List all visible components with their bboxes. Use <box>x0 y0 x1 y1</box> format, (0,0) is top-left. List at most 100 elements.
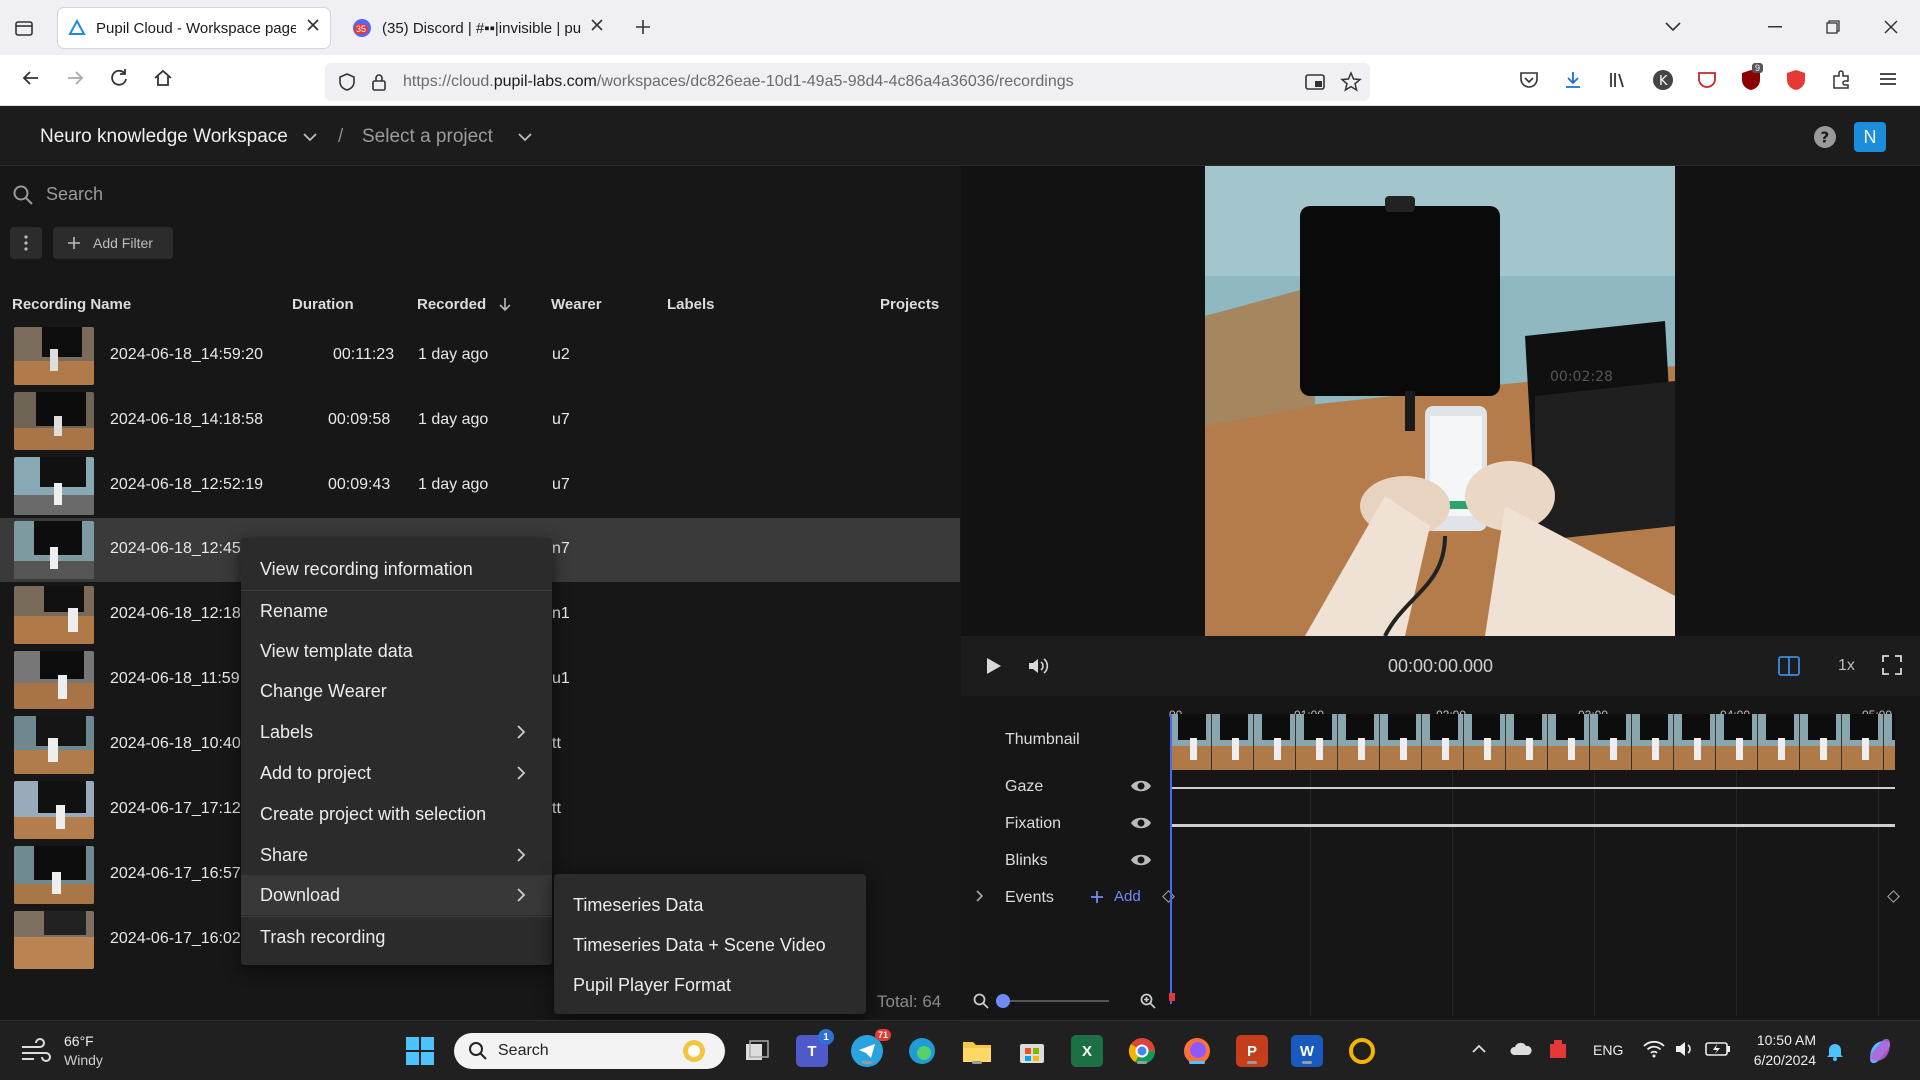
chevron-down-icon[interactable] <box>302 131 318 143</box>
playhead[interactable] <box>1170 714 1172 1004</box>
chevron-right-icon[interactable] <box>975 889 985 903</box>
menu-item-share[interactable]: Share <box>241 835 552 875</box>
download-icon[interactable] <box>1562 69 1584 91</box>
sort-down-arrow-icon[interactable] <box>498 296 512 312</box>
pocket-icon[interactable] <box>1518 69 1540 91</box>
menu-item-add-to-project[interactable]: Add to project <box>241 753 552 793</box>
back-arrow-icon[interactable] <box>20 67 42 89</box>
forward-arrow-icon[interactable] <box>64 67 86 89</box>
minimize-icon[interactable] <box>1768 26 1782 28</box>
eye-icon[interactable] <box>1130 815 1152 831</box>
avatar[interactable]: N <box>1854 122 1886 152</box>
table-row[interactable]: 2024-06-18_12:52:19 00:09:43 1 day ago u… <box>0 454 960 518</box>
account-k-icon[interactable]: K <box>1652 69 1674 91</box>
menu-item-view-recording-information[interactable]: View recording information <box>241 549 552 589</box>
event-start-marker[interactable] <box>1162 890 1175 903</box>
language-indicator[interactable]: ENG <box>1593 1042 1623 1058</box>
zoom-out-icon[interactable] <box>973 993 989 1009</box>
fullscreen-icon[interactable] <box>1881 654 1903 676</box>
eye-icon[interactable] <box>1130 852 1152 868</box>
ublock-icon[interactable]: 9 <box>1740 63 1764 91</box>
close-icon[interactable] <box>306 18 320 32</box>
fixation-track[interactable] <box>1170 824 1895 827</box>
playback-speed[interactable]: 1x <box>1838 657 1855 675</box>
edge-icon[interactable] <box>906 1035 938 1067</box>
split-view-icon[interactable] <box>1777 654 1801 678</box>
zoom-slider[interactable] <box>999 1000 1109 1002</box>
playhead-marker[interactable] <box>1169 993 1175 1001</box>
privacy-badger-icon[interactable] <box>1785 69 1807 91</box>
restore-icon[interactable] <box>1826 20 1840 34</box>
menu-item-create-project-with-selection[interactable]: Create project with selection <box>241 794 552 834</box>
microsoft-store-icon[interactable] <box>1016 1035 1048 1067</box>
event-end-marker[interactable] <box>1887 890 1900 903</box>
chevron-down-icon[interactable] <box>517 131 533 143</box>
menu-item-trash-recording[interactable]: Trash recording <box>241 917 552 957</box>
chrome-icon[interactable] <box>1126 1035 1158 1067</box>
scene-video[interactable]: 00:02:28 <box>1205 166 1675 636</box>
eye-icon[interactable] <box>1130 778 1152 794</box>
window-close-icon[interactable] <box>1884 20 1898 34</box>
telegram-icon[interactable]: 71 <box>851 1029 891 1067</box>
search-input[interactable]: Search <box>46 184 103 205</box>
menu-item-view-template-data[interactable]: View template data <box>241 631 552 671</box>
menu-item-change-wearer[interactable]: Change Wearer <box>241 671 552 711</box>
menu-item-pupil-player-format[interactable]: Pupil Player Format <box>573 975 731 996</box>
table-row[interactable]: 2024-06-18_14:59:20 00:11:23 1 day ago u… <box>0 324 960 388</box>
more-options-button[interactable] <box>10 227 42 259</box>
ring-app-icon[interactable] <box>1346 1035 1378 1067</box>
gaze-track[interactable] <box>1170 787 1895 789</box>
menu-item-timeseries-data[interactable]: Timeseries Data <box>573 895 703 916</box>
column-recording-name[interactable]: Recording Name <box>12 296 131 313</box>
lock-icon[interactable] <box>370 72 388 92</box>
windows-start-icon[interactable] <box>406 1037 434 1065</box>
excel-icon[interactable]: X <box>1071 1035 1103 1067</box>
task-view-icon[interactable] <box>741 1035 773 1067</box>
teams-icon[interactable]: T 1 <box>796 1029 834 1067</box>
notification-bell-icon[interactable] <box>1826 1041 1844 1061</box>
clock-date[interactable]: 6/20/2024 <box>1744 1052 1816 1068</box>
close-icon[interactable] <box>590 18 604 32</box>
url-bar[interactable]: https://cloud.pupil-labs.com/workspaces/… <box>325 63 1370 101</box>
library-icon[interactable] <box>1607 69 1629 91</box>
column-recorded[interactable]: Recorded <box>417 296 486 313</box>
thumbnail-strip[interactable] <box>1170 714 1895 770</box>
workspace-selector[interactable]: Neuro knowledge Workspace <box>40 126 288 148</box>
extension-shield-icon[interactable] <box>1696 69 1718 91</box>
menu-item-timeseries-scene-video[interactable]: Timeseries Data + Scene Video <box>573 935 826 956</box>
picture-in-picture-icon[interactable] <box>1304 72 1326 92</box>
tab-list-icon[interactable] <box>14 18 34 38</box>
column-wearer[interactable]: Wearer <box>551 296 602 313</box>
tab-discord[interactable]: 35 (35) Discord | #▪▪|invisible | pu <box>342 8 614 48</box>
reload-icon[interactable] <box>108 67 130 89</box>
taskbar-search-box[interactable]: Search <box>454 1033 725 1069</box>
help-icon[interactable]: ? <box>1813 125 1837 149</box>
tab-overflow-chevron-icon[interactable] <box>1664 20 1682 34</box>
menu-item-download[interactable]: Download <box>241 875 552 915</box>
project-selector[interactable]: Select a project <box>362 126 493 148</box>
file-explorer-icon[interactable] <box>961 1035 993 1067</box>
clock-time[interactable]: 10:50 AM <box>1752 1032 1816 1048</box>
menu-item-labels[interactable]: Labels <box>241 712 552 752</box>
chevron-up-icon[interactable] <box>1471 1043 1487 1055</box>
hamburger-menu-icon[interactable] <box>1878 69 1898 89</box>
add-event-button[interactable]: Add <box>1090 888 1141 905</box>
speaker-icon[interactable] <box>1674 1040 1696 1058</box>
table-row[interactable]: 2024-06-18_14:18:58 00:09:58 1 day ago u… <box>0 389 960 453</box>
firefox-icon[interactable] <box>1181 1035 1213 1067</box>
wifi-icon[interactable] <box>1643 1040 1665 1058</box>
column-projects[interactable]: Projects <box>880 296 939 313</box>
weather-wind-icon[interactable] <box>20 1037 52 1065</box>
tracking-shield-icon[interactable] <box>337 72 357 92</box>
powerpoint-icon[interactable]: P <box>1236 1035 1268 1067</box>
tab-pupil-cloud[interactable]: Pupil Cloud - Workspace page <box>58 8 330 48</box>
weather-desc[interactable]: Windy <box>64 1052 103 1068</box>
copilot-icon[interactable] <box>1864 1035 1896 1067</box>
word-icon[interactable]: W <box>1291 1035 1323 1067</box>
new-tab-icon[interactable] <box>634 18 652 36</box>
column-duration[interactable]: Duration <box>292 296 354 313</box>
extensions-puzzle-icon[interactable] <box>1830 69 1852 91</box>
zoom-in-icon[interactable] <box>1140 993 1156 1009</box>
weather-temp[interactable]: 66°F <box>64 1033 94 1049</box>
menu-item-rename[interactable]: Rename <box>241 591 552 631</box>
